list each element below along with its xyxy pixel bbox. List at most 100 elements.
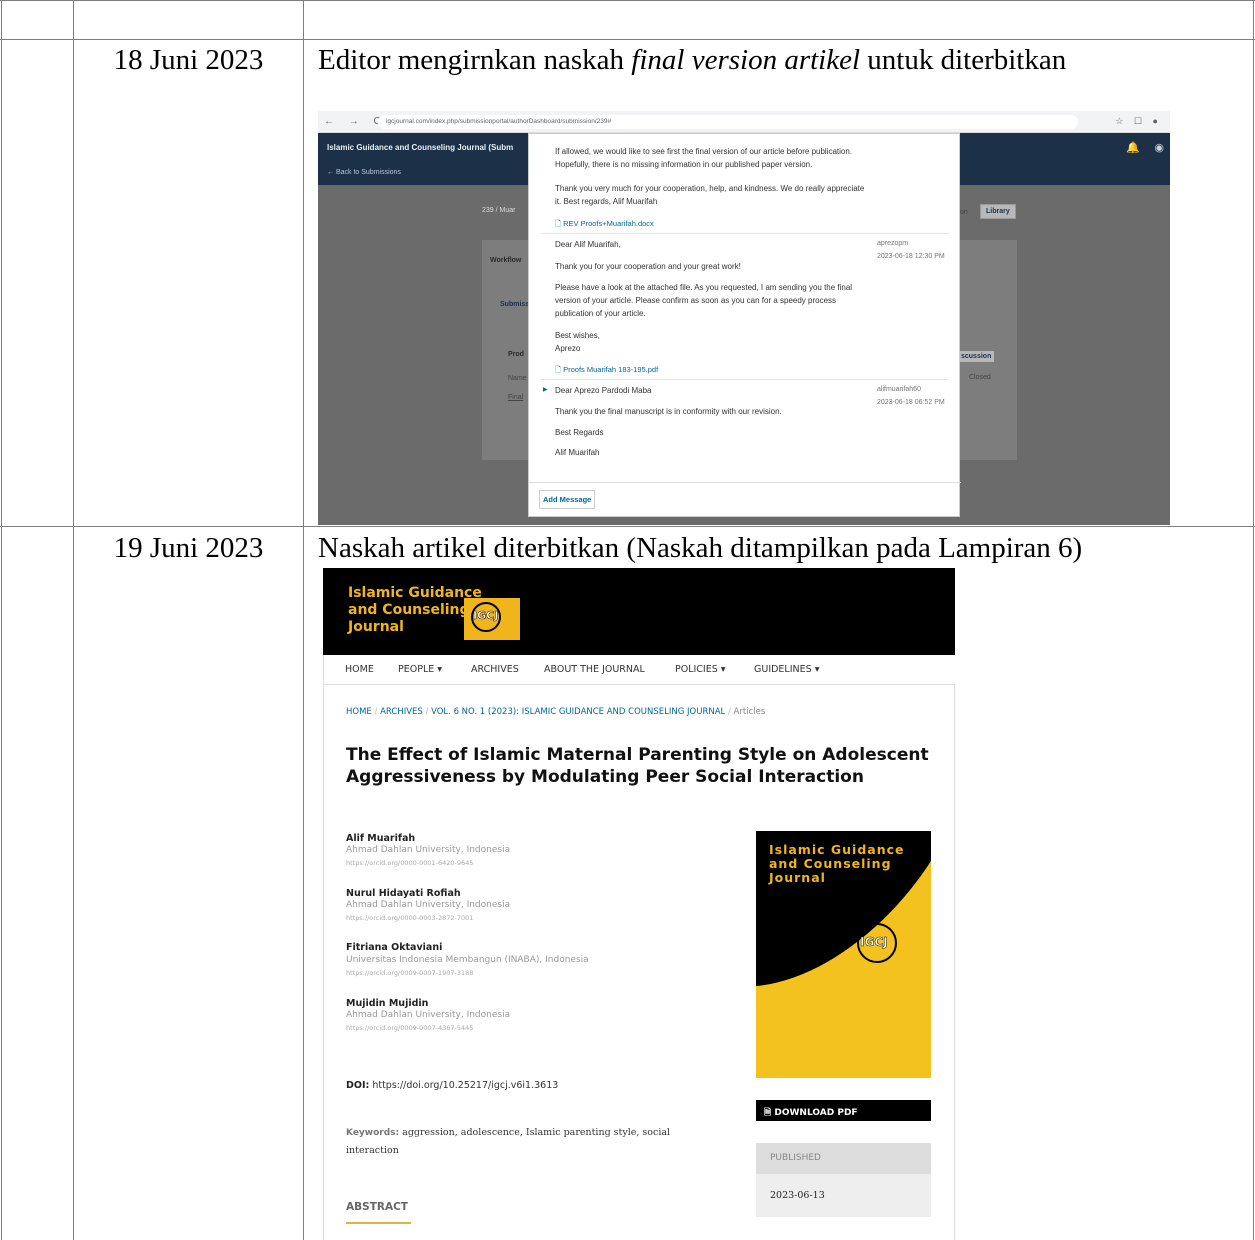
name-column-header: Name bbox=[508, 375, 527, 382]
add-message-button[interactable]: Add Message bbox=[539, 490, 596, 509]
logo-badge-text: IGCJ bbox=[473, 609, 499, 623]
download-pdf-button[interactable]: 🗎 DOWNLOAD PDF bbox=[756, 1100, 931, 1121]
row1-description: Editor mengirnkan naskah final version a… bbox=[318, 44, 1066, 77]
submission-tab[interactable]: Submiss bbox=[500, 301, 529, 308]
message-divider bbox=[541, 379, 949, 380]
message1-attachment-name: REV Proofs+Muarifah.docx bbox=[563, 219, 654, 228]
message3-signature: Alif Muarifah bbox=[555, 448, 600, 457]
file-icon: 🗋 bbox=[555, 365, 564, 374]
author-orcid-link[interactable]: https://orcid.org/0000-0001-6420-9645 bbox=[346, 859, 473, 867]
nav-home[interactable]: HOME bbox=[345, 664, 374, 675]
article-doi: DOI: https://doi.org/10.25217/igcj.v6i1.… bbox=[346, 1080, 558, 1091]
logo-line-2: and Counseling bbox=[348, 602, 470, 618]
message2-line1: Thank you for your cooperation and your … bbox=[555, 262, 741, 271]
article-keywords: Keywords: aggression, adolescence, Islam… bbox=[346, 1124, 696, 1160]
table-column-divider-2 bbox=[303, 0, 304, 1240]
author-name: Alif Muarifah bbox=[346, 833, 416, 844]
table-border-top bbox=[0, 0, 1255, 1]
author-name: Mujidin Mujidin bbox=[346, 998, 429, 1009]
discussion-screenshot: ← → C igcjournal.com/index.php/submissio… bbox=[318, 111, 1170, 525]
breadcrumb-archives[interactable]: ARCHIVES bbox=[380, 707, 423, 717]
file-icon: 🗋 bbox=[555, 219, 564, 228]
nav-policies[interactable]: POLICIES ▾ bbox=[675, 664, 726, 675]
message2-line2: Please have a look at the attached file.… bbox=[555, 283, 853, 318]
partial-text: on bbox=[960, 209, 968, 216]
author-name: Fitriana Oktaviani bbox=[346, 942, 443, 953]
abstract-underline bbox=[346, 1222, 411, 1224]
author-orcid-link[interactable]: https://orcid.org/0009-0007-4367-5445 bbox=[346, 1024, 473, 1032]
browser-extension-icons[interactable]: ☆ ☐ ● bbox=[1115, 116, 1162, 127]
browser-toolbar: ← → C igcjournal.com/index.php/submissio… bbox=[318, 111, 1170, 133]
table-border-left bbox=[1, 0, 2, 1240]
published-label: PUBLISHED bbox=[756, 1143, 931, 1174]
discussion-modal: If allowed, we would like to see first t… bbox=[528, 133, 961, 517]
article-screenshot: Islamic Guidance and Counseling Journal … bbox=[323, 568, 955, 1240]
author-affiliation: Ahmad Dahlan University, Indonesia bbox=[346, 1010, 511, 1020]
journal-nav-menu: HOME PEOPLE ▾ ARCHIVES ABOUT THE JOURNAL… bbox=[323, 655, 955, 685]
table-row-divider-2 bbox=[0, 526, 1255, 527]
browser-address-bar[interactable]: igcjournal.com/index.php/submissionporta… bbox=[378, 115, 1078, 129]
author-orcid-link[interactable]: https://orcid.org/0009-0007-1907-3188 bbox=[346, 969, 473, 977]
published-date: 2023-06-13 bbox=[756, 1174, 931, 1217]
back-to-submissions-link[interactable]: ← Back to Submissions bbox=[327, 169, 401, 176]
message1-body: If allowed, we would like to see first t… bbox=[555, 147, 853, 169]
user-avatar-icon[interactable]: ◉ bbox=[1154, 141, 1164, 154]
table-row-divider-1 bbox=[0, 39, 1255, 40]
author-name: Nurul Hidayati Rofiah bbox=[346, 888, 461, 899]
message1-attachment[interactable]: 🗋 REV Proofs+Muarifah.docx bbox=[555, 218, 654, 231]
table-column-divider-1 bbox=[73, 0, 74, 1240]
final-file-link[interactable]: Final bbox=[508, 394, 523, 401]
article-breadcrumb: HOME / ARCHIVES / VOL. 6 NO. 1 (2023): I… bbox=[346, 707, 765, 717]
message2-signature: Aprezo bbox=[555, 344, 581, 353]
logo-badge: IGCJ bbox=[464, 598, 520, 640]
message2-attachment[interactable]: 🗋 Proofs Muarifah 183-195.pdf bbox=[555, 364, 658, 377]
row2-description: Naskah artikel diterbitkan (Naskah ditam… bbox=[318, 532, 1083, 564]
article-title: The Effect of Islamic Maternal Parenting… bbox=[346, 745, 929, 787]
notification-bell-icon[interactable]: 🔔 bbox=[1126, 141, 1140, 154]
logo-line-1: Islamic Guidance bbox=[348, 585, 482, 601]
journal-logo[interactable]: Islamic Guidance and Counseling Journal bbox=[348, 585, 482, 636]
message2-closing: Best wishes, bbox=[555, 331, 600, 340]
row1-date: 18 Juni 2023 bbox=[113, 44, 264, 76]
row1-desc-italic: final version artikel bbox=[631, 44, 861, 76]
pdf-icon: 🗎 bbox=[764, 1108, 775, 1118]
ojs-app-title[interactable]: Islamic Guidance and Counseling Journal … bbox=[327, 143, 513, 152]
message3-line1: Thank you the final manuscript is in con… bbox=[555, 407, 782, 416]
expand-arrow-icon[interactable]: ▶ bbox=[543, 386, 548, 393]
nav-people[interactable]: PEOPLE ▾ bbox=[398, 664, 442, 675]
nav-guidelines[interactable]: GUIDELINES ▾ bbox=[754, 664, 819, 675]
message-divider bbox=[541, 233, 949, 234]
closed-column-header: Closed bbox=[969, 374, 991, 381]
abstract-heading: ABSTRACT bbox=[346, 1201, 408, 1213]
cover-badge-text: IGCJ bbox=[860, 935, 888, 950]
cover-title: Islamic Guidance and Counseling Journal bbox=[769, 843, 905, 885]
message2-date: 2023-06-18 12:30 PM bbox=[877, 253, 945, 260]
cover-title-line-3: Journal bbox=[769, 870, 826, 885]
workflow-tab[interactable]: Workflow bbox=[490, 257, 521, 264]
doi-label: DOI: bbox=[346, 1080, 370, 1091]
add-discussion-button[interactable]: scussion bbox=[958, 351, 995, 362]
message2-attachment-name: Proofs Muarifah 183-195.pdf bbox=[563, 365, 659, 374]
article-body: HOME / ARCHIVES / VOL. 6 NO. 1 (2023): I… bbox=[323, 685, 955, 1240]
doi-link[interactable]: https://doi.org/10.25217/igcj.v6i1.3613 bbox=[372, 1080, 558, 1091]
breadcrumb-current: Articles bbox=[733, 707, 766, 717]
message3-greeting: Dear Aprezo Pardodi Maba bbox=[555, 386, 652, 395]
author-orcid-link[interactable]: https://orcid.org/0000-0003-2872-7001 bbox=[346, 914, 473, 922]
message2-greeting: Dear Alif Muarifah, bbox=[555, 240, 621, 249]
nav-archives[interactable]: ARCHIVES bbox=[471, 664, 519, 675]
library-button[interactable]: Library bbox=[980, 204, 1016, 219]
row1-desc-prefix: Editor mengirnkan naskah bbox=[318, 44, 632, 76]
download-pdf-label: DOWNLOAD PDF bbox=[774, 1108, 858, 1118]
message3-date: 2023-06-18 06:52 PM bbox=[877, 399, 945, 406]
breadcrumb-home[interactable]: HOME bbox=[346, 707, 372, 717]
breadcrumb-issue[interactable]: VOL. 6 NO. 1 (2023): ISLAMIC GUIDANCE AN… bbox=[431, 707, 725, 717]
logo-line-3: Journal bbox=[348, 619, 404, 635]
nav-about-journal[interactable]: ABOUT THE JOURNAL bbox=[544, 664, 645, 675]
message3-closing: Best Regards bbox=[555, 428, 604, 437]
message3-author: alifmuarifah60 bbox=[877, 386, 921, 393]
journal-header: Islamic Guidance and Counseling Journal … bbox=[323, 568, 955, 655]
modal-footer-divider bbox=[529, 482, 961, 483]
journal-cover-image[interactable]: Islamic Guidance and Counseling Journal … bbox=[756, 831, 931, 1078]
row1-desc-suffix: untuk diterbitkan bbox=[860, 44, 1067, 76]
author-affiliation: Ahmad Dahlan University, Indonesia bbox=[346, 845, 511, 855]
